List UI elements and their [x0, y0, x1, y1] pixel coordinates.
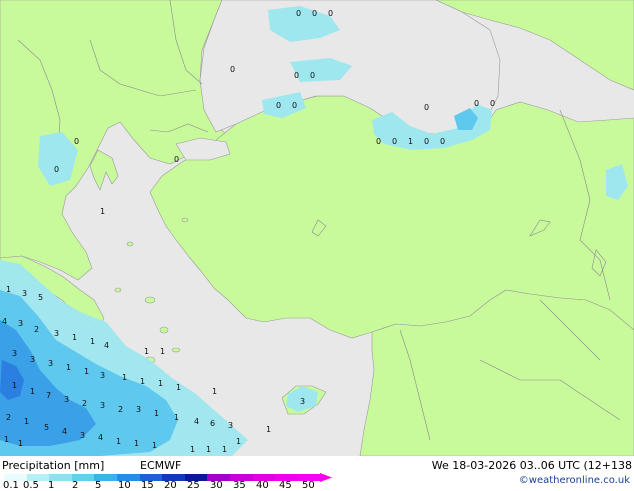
value-label: 1: [206, 445, 211, 454]
model-name: ECMWF: [140, 459, 182, 472]
precipitation-map: 1 3 5 4 3 2 3 1 1 4 3 3 3 1 1 3 1 1 1 1 …: [0, 0, 634, 456]
value-label: 2: [82, 399, 87, 408]
value-label: 1: [176, 383, 181, 392]
value-label: 0: [294, 71, 299, 80]
value-label: 0: [392, 137, 397, 146]
legend-arrow-shape: [320, 473, 332, 482]
value-label: 1: [154, 409, 159, 418]
value-label: 4: [98, 433, 103, 442]
value-label: 1: [18, 439, 23, 448]
value-label: 3: [18, 319, 23, 328]
value-label: 0: [310, 71, 315, 80]
value-label: 3: [228, 421, 233, 430]
value-label: 0: [296, 9, 301, 18]
value-label: 3: [22, 289, 27, 298]
value-label: 4: [62, 427, 67, 436]
value-label: 3: [80, 431, 85, 440]
legend-arrow: [320, 473, 332, 482]
value-label: 0: [490, 99, 495, 108]
value-label: 1: [236, 437, 241, 446]
value-label: 1: [134, 439, 139, 448]
value-label: 1: [66, 363, 71, 372]
value-label: 3: [12, 349, 17, 358]
value-label: 4: [104, 341, 109, 350]
value-label: 6: [210, 419, 215, 428]
value-label: 2: [6, 413, 11, 422]
weather-map-view: 1 3 5 4 3 2 3 1 1 4 3 3 3 1 1 3 1 1 1 1 …: [0, 0, 634, 491]
value-label: 1: [212, 387, 217, 396]
value-label: 1: [152, 441, 157, 450]
value-label: 1: [90, 337, 95, 346]
value-label: 1: [100, 207, 105, 216]
value-label: 4: [194, 417, 199, 426]
value-label: 1: [84, 367, 89, 376]
value-label: 1: [408, 137, 413, 146]
value-label: 0: [276, 101, 281, 110]
value-label: 2: [118, 405, 123, 414]
value-label: 7: [46, 391, 51, 400]
value-label: 0: [230, 65, 235, 74]
value-label: 0: [376, 137, 381, 146]
value-label: 1: [4, 435, 9, 444]
value-label: 3: [136, 405, 141, 414]
value-label: 1: [158, 379, 163, 388]
value-label: 3: [64, 395, 69, 404]
value-label: 0: [74, 137, 79, 146]
value-label: 1: [222, 445, 227, 454]
value-label: 0: [174, 155, 179, 164]
forecast-datetime: We 18-03-2026 03..06 UTC (12+138: [431, 459, 632, 472]
value-label: 1: [122, 373, 127, 382]
value-label: 3: [300, 397, 305, 406]
value-label: 3: [54, 329, 59, 338]
value-label: 1: [116, 437, 121, 446]
value-label: 0: [54, 165, 59, 174]
value-label: 1: [72, 333, 77, 342]
value-label: 0: [328, 9, 333, 18]
value-label: 1: [6, 285, 11, 294]
value-label: 1: [190, 445, 195, 454]
value-label: 0: [474, 99, 479, 108]
value-label: 1: [144, 347, 149, 356]
value-label: 0: [292, 101, 297, 110]
value-label: 3: [100, 371, 105, 380]
credit-text: ©weatheronline.co.uk: [518, 475, 630, 486]
value-label: 5: [44, 423, 49, 432]
value-label: 3: [100, 401, 105, 410]
value-label: 0: [424, 103, 429, 112]
value-label: 1: [140, 377, 145, 386]
value-label: 3: [30, 355, 35, 364]
value-label: 2: [34, 325, 39, 334]
value-label: 1: [12, 381, 17, 390]
value-label: 1: [174, 413, 179, 422]
value-label: 0: [312, 9, 317, 18]
precipitation-title: Precipitation [mm]: [2, 459, 105, 472]
value-label: 1: [24, 417, 29, 426]
value-label: 3: [48, 359, 53, 368]
value-label: 0: [424, 137, 429, 146]
value-label: 4: [2, 317, 7, 326]
value-label: 5: [38, 293, 43, 302]
value-label: 1: [30, 387, 35, 396]
value-label: 1: [160, 347, 165, 356]
value-label: 0: [440, 137, 445, 146]
value-label: 1: [266, 425, 271, 434]
